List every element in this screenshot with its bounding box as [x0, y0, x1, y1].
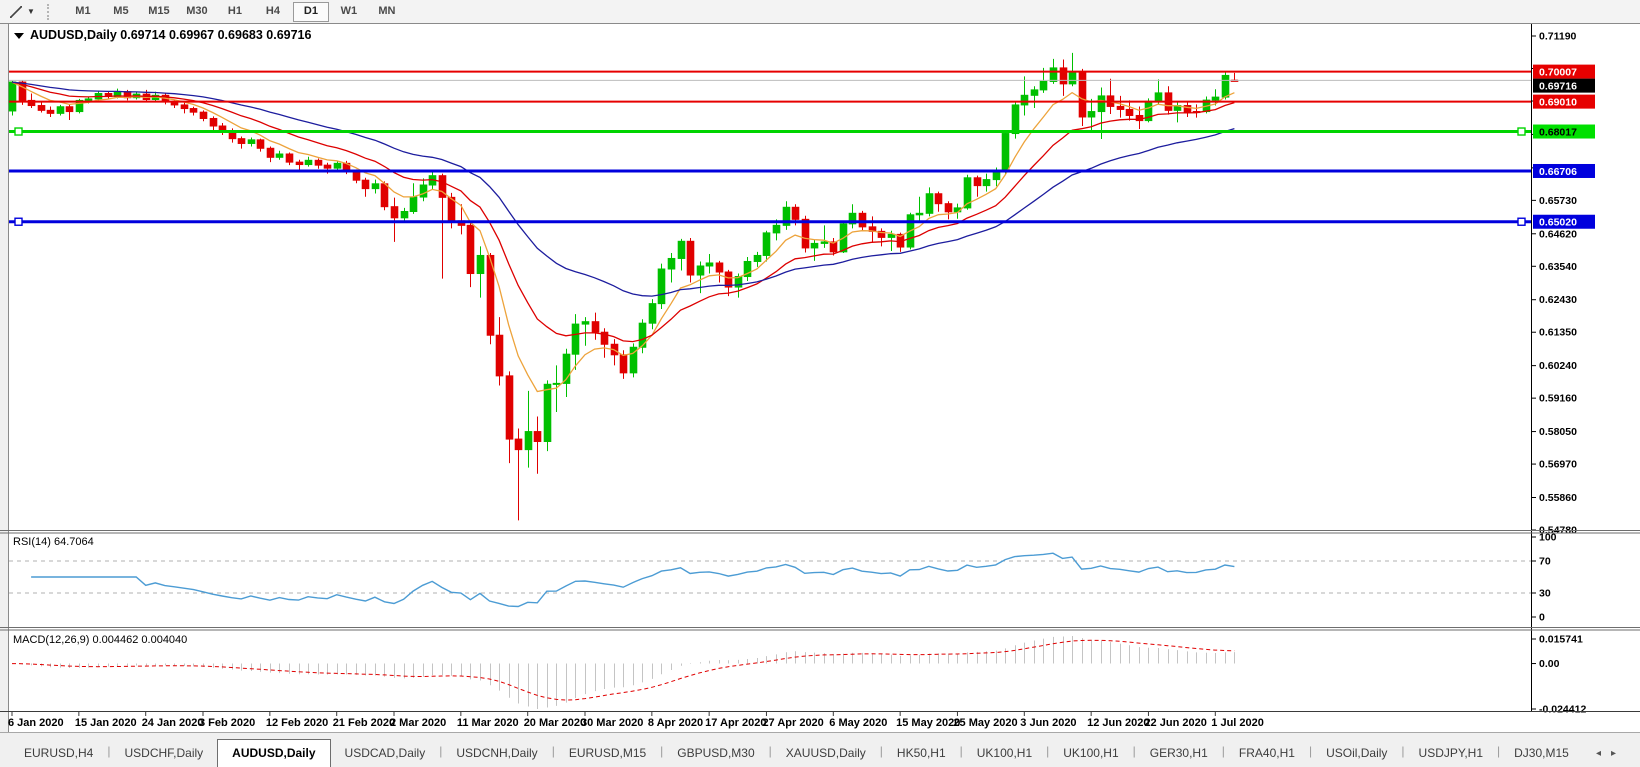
- svg-text:0.69010: 0.69010: [1539, 97, 1577, 109]
- chart-tab-xauusd-daily[interactable]: XAUUSD,Daily: [772, 741, 880, 765]
- chart-tools-button[interactable]: ▼: [8, 4, 35, 20]
- dropdown-caret-icon: ▼: [27, 7, 35, 16]
- price-badge-0.68017: 0.68017: [1533, 124, 1595, 139]
- price-tick-label: 0.55860: [1539, 492, 1577, 504]
- tab-scroll-left-icon[interactable]: ◂: [1596, 748, 1611, 759]
- tab-scroll-right-icon[interactable]: ▸: [1611, 748, 1626, 759]
- chart-tab-uk100-h1[interactable]: UK100,H1: [1049, 741, 1132, 765]
- time-tick-label: 25 May 2020: [953, 717, 1017, 729]
- price-tick-label: 0.63540: [1539, 261, 1577, 273]
- time-tick-label: 24 Jan 2020: [142, 717, 204, 729]
- time-tick-label: 30 Mar 2020: [581, 717, 643, 729]
- time-tick-label: 17 Apr 2020: [705, 717, 766, 729]
- time-tick-label: 6 Jan 2020: [8, 717, 64, 729]
- price-tick-label: 0.61350: [1539, 327, 1577, 339]
- chart-tab-usdcad-daily[interactable]: USDCAD,Daily: [331, 741, 440, 765]
- top-toolbar: ▼ M1 M5 M15 M30 H1 H4 D1 W1 MN: [0, 0, 1640, 24]
- time-tick-label: 15 May 2020: [896, 717, 960, 729]
- price-tick-label: 0.59160: [1539, 393, 1577, 405]
- timeframe-mn[interactable]: MN: [369, 2, 405, 22]
- chart-tab-dj30-m15[interactable]: DJ30,M15: [1500, 741, 1583, 765]
- macd-axis-label: 0.00: [1539, 658, 1560, 670]
- time-tick-label: 21 Feb 2020: [333, 717, 395, 729]
- time-tick-label: 8 Apr 2020: [648, 717, 703, 729]
- price-badge-0.69010: 0.69010: [1533, 94, 1595, 109]
- chart-tab-usdjpy-h1[interactable]: USDJPY,H1: [1405, 741, 1497, 765]
- chart-tab-eurusd-m15[interactable]: EURUSD,M15: [555, 741, 660, 765]
- time-tick-label: 3 Feb 2020: [199, 717, 255, 729]
- crosshair-cursor-icon: [10, 5, 22, 18]
- timeframe-h1[interactable]: H1: [217, 2, 253, 22]
- chart-window: 0.711900.701100.690300.679200.668100.657…: [0, 23, 1640, 732]
- svg-text:0.68017: 0.68017: [1539, 127, 1577, 139]
- time-tick-label: 2 Mar 2020: [390, 717, 446, 729]
- price-tick-label: 0.71190: [1539, 31, 1577, 43]
- time-tick-label: 12 Feb 2020: [266, 717, 328, 729]
- timeframe-d1[interactable]: D1: [292, 1, 329, 22]
- chart-tab-hk50-h1[interactable]: HK50,H1: [883, 741, 960, 765]
- svg-text:0.69716: 0.69716: [1539, 81, 1577, 93]
- svg-text:0.66706: 0.66706: [1539, 166, 1577, 178]
- timeframe-toolbar: M1 M5 M15 M30 H1 H4 D1 W1 MN: [64, 1, 406, 22]
- macd-axis-label: 0.015741: [1539, 634, 1583, 646]
- price-tick-label: 0.65730: [1539, 195, 1577, 207]
- time-tick-label: 22 Jun 2020: [1144, 717, 1206, 729]
- chart-tab-usoil-daily[interactable]: USOil,Daily: [1312, 741, 1401, 765]
- window-left-margin: [0, 23, 8, 732]
- chart-tab-ger30-h1[interactable]: GER30,H1: [1136, 741, 1222, 765]
- time-tick-label: 1 Jul 2020: [1211, 717, 1264, 729]
- timeframe-m1[interactable]: M1: [65, 2, 101, 22]
- chart-tab-usdchf-daily[interactable]: USDCHF,Daily: [110, 741, 217, 765]
- rsi-axis-label: 70: [1539, 556, 1551, 568]
- toolbar-grip: [46, 3, 54, 20]
- timeframe-h4[interactable]: H4: [255, 2, 291, 22]
- chart-tab-eurusd-h4[interactable]: EURUSD,H4: [10, 741, 107, 765]
- chart-tabbar: EURUSD,H4 | USDCHF,Daily AUDUSD,Daily USDCAD…: [0, 732, 1640, 767]
- price-badge-resistance1: 0.70007: [1533, 64, 1595, 79]
- svg-text:0.65020: 0.65020: [1539, 217, 1577, 229]
- price-chart-canvas[interactable]: 0.711900.701100.690300.679200.668100.657…: [0, 23, 1640, 732]
- time-tick-label: 6 May 2020: [829, 717, 887, 729]
- timeframe-m30[interactable]: M30: [179, 2, 215, 22]
- rsi-axis-label: 30: [1539, 588, 1551, 600]
- time-tick-label: 11 Mar 2020: [457, 717, 519, 729]
- level-handle[interactable]: [1517, 127, 1526, 136]
- level-handle[interactable]: [14, 217, 23, 226]
- macd-axis-label: -0.024412: [1539, 704, 1586, 716]
- price-tick-label: 0.56970: [1539, 459, 1577, 471]
- rsi-axis-label: 100: [1539, 532, 1557, 544]
- time-tick-label: 20 Mar 2020: [524, 717, 586, 729]
- chart-tab-uk100-h1[interactable]: UK100,H1: [963, 741, 1046, 765]
- price-tick-label: 0.62430: [1539, 294, 1577, 306]
- svg-text:0.70007: 0.70007: [1539, 67, 1577, 79]
- chart-tab-fra40-h1[interactable]: FRA40,H1: [1225, 741, 1309, 765]
- macd-label: MACD(12,26,9) 0.004462 0.004040: [13, 634, 187, 646]
- time-tick-label: 15 Jan 2020: [75, 717, 137, 729]
- chart-tab-gbpusd-m30[interactable]: GBPUSD,M30: [663, 741, 768, 765]
- time-tick-label: 12 Jun 2020: [1087, 717, 1149, 729]
- chart-title: AUDUSD,Daily 0.69714 0.69967 0.69683 0.6…: [30, 28, 311, 42]
- current-price-badge: 0.69716: [1533, 78, 1595, 93]
- price-badge-0.66706: 0.66706: [1533, 163, 1595, 178]
- price-tick-label: 0.64620: [1539, 228, 1577, 240]
- timeframe-m5[interactable]: M5: [103, 2, 139, 22]
- level-handle[interactable]: [14, 127, 23, 136]
- price-badge-0.65020: 0.65020: [1533, 214, 1595, 229]
- level-handle[interactable]: [1517, 217, 1526, 226]
- timeframe-w1[interactable]: W1: [331, 2, 367, 22]
- rsi-axis-label: 0: [1539, 612, 1545, 624]
- time-tick-label: 27 Apr 2020: [762, 717, 823, 729]
- price-tick-label: 0.58050: [1539, 426, 1577, 438]
- price-tick-label: 0.60240: [1539, 360, 1577, 372]
- timeframe-m15[interactable]: M15: [141, 2, 177, 22]
- chart-tab-usdcnh-daily[interactable]: USDCNH,Daily: [442, 741, 551, 765]
- rsi-label: RSI(14) 64.7064: [13, 536, 94, 548]
- chart-tab-audusd-daily[interactable]: AUDUSD,Daily: [217, 739, 331, 767]
- time-tick-label: 3 Jun 2020: [1020, 717, 1076, 729]
